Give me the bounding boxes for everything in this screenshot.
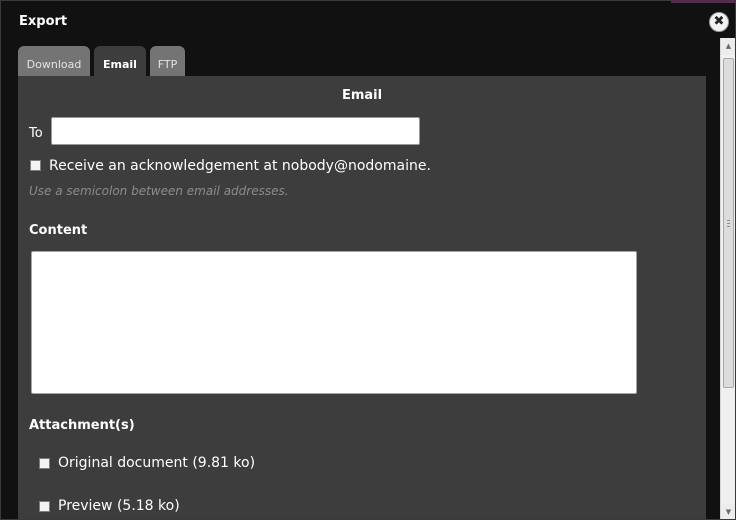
- close-icon: ✖: [713, 14, 725, 29]
- panel-title: Email: [341, 88, 383, 103]
- content-textarea[interactable]: [31, 251, 637, 394]
- vertical-scrollbar[interactable]: ▲ ▼: [720, 38, 735, 519]
- dialog-title: Export: [19, 14, 68, 29]
- attachments-label: Attachment(s): [29, 418, 135, 433]
- tab-ftp[interactable]: FTP: [150, 46, 185, 76]
- original-document-label: Original document (9.81 ko): [58, 455, 256, 471]
- scroll-down-arrow-icon[interactable]: ▼: [721, 504, 735, 519]
- original-document-checkbox[interactable]: [39, 458, 50, 469]
- tab-download[interactable]: Download: [18, 46, 90, 76]
- content-label: Content: [29, 223, 88, 238]
- grip-line: [727, 226, 730, 227]
- email-hint: Use a semicolon between email addresses.: [29, 184, 289, 198]
- preview-label: Preview (5.18 ko): [58, 498, 180, 514]
- grip-line: [727, 220, 730, 221]
- export-dialog: Export ✖ Download Email FTP Email To Rec…: [0, 0, 736, 520]
- scroll-up-arrow-icon[interactable]: ▲: [721, 38, 735, 55]
- acknowledgement-label: Receive an acknowledgement at nobody@nod…: [49, 158, 431, 174]
- close-button[interactable]: ✖: [709, 12, 729, 32]
- acknowledgement-checkbox[interactable]: [30, 160, 41, 171]
- grip-line: [727, 223, 730, 224]
- to-input[interactable]: [51, 117, 420, 145]
- to-label: To: [29, 126, 43, 141]
- tab-email[interactable]: Email: [94, 46, 146, 76]
- preview-checkbox[interactable]: [39, 501, 50, 512]
- email-panel: Email To Receive an acknowledgement at n…: [18, 76, 706, 519]
- scroll-thumb[interactable]: [723, 58, 734, 388]
- background-accent: [671, 1, 735, 3]
